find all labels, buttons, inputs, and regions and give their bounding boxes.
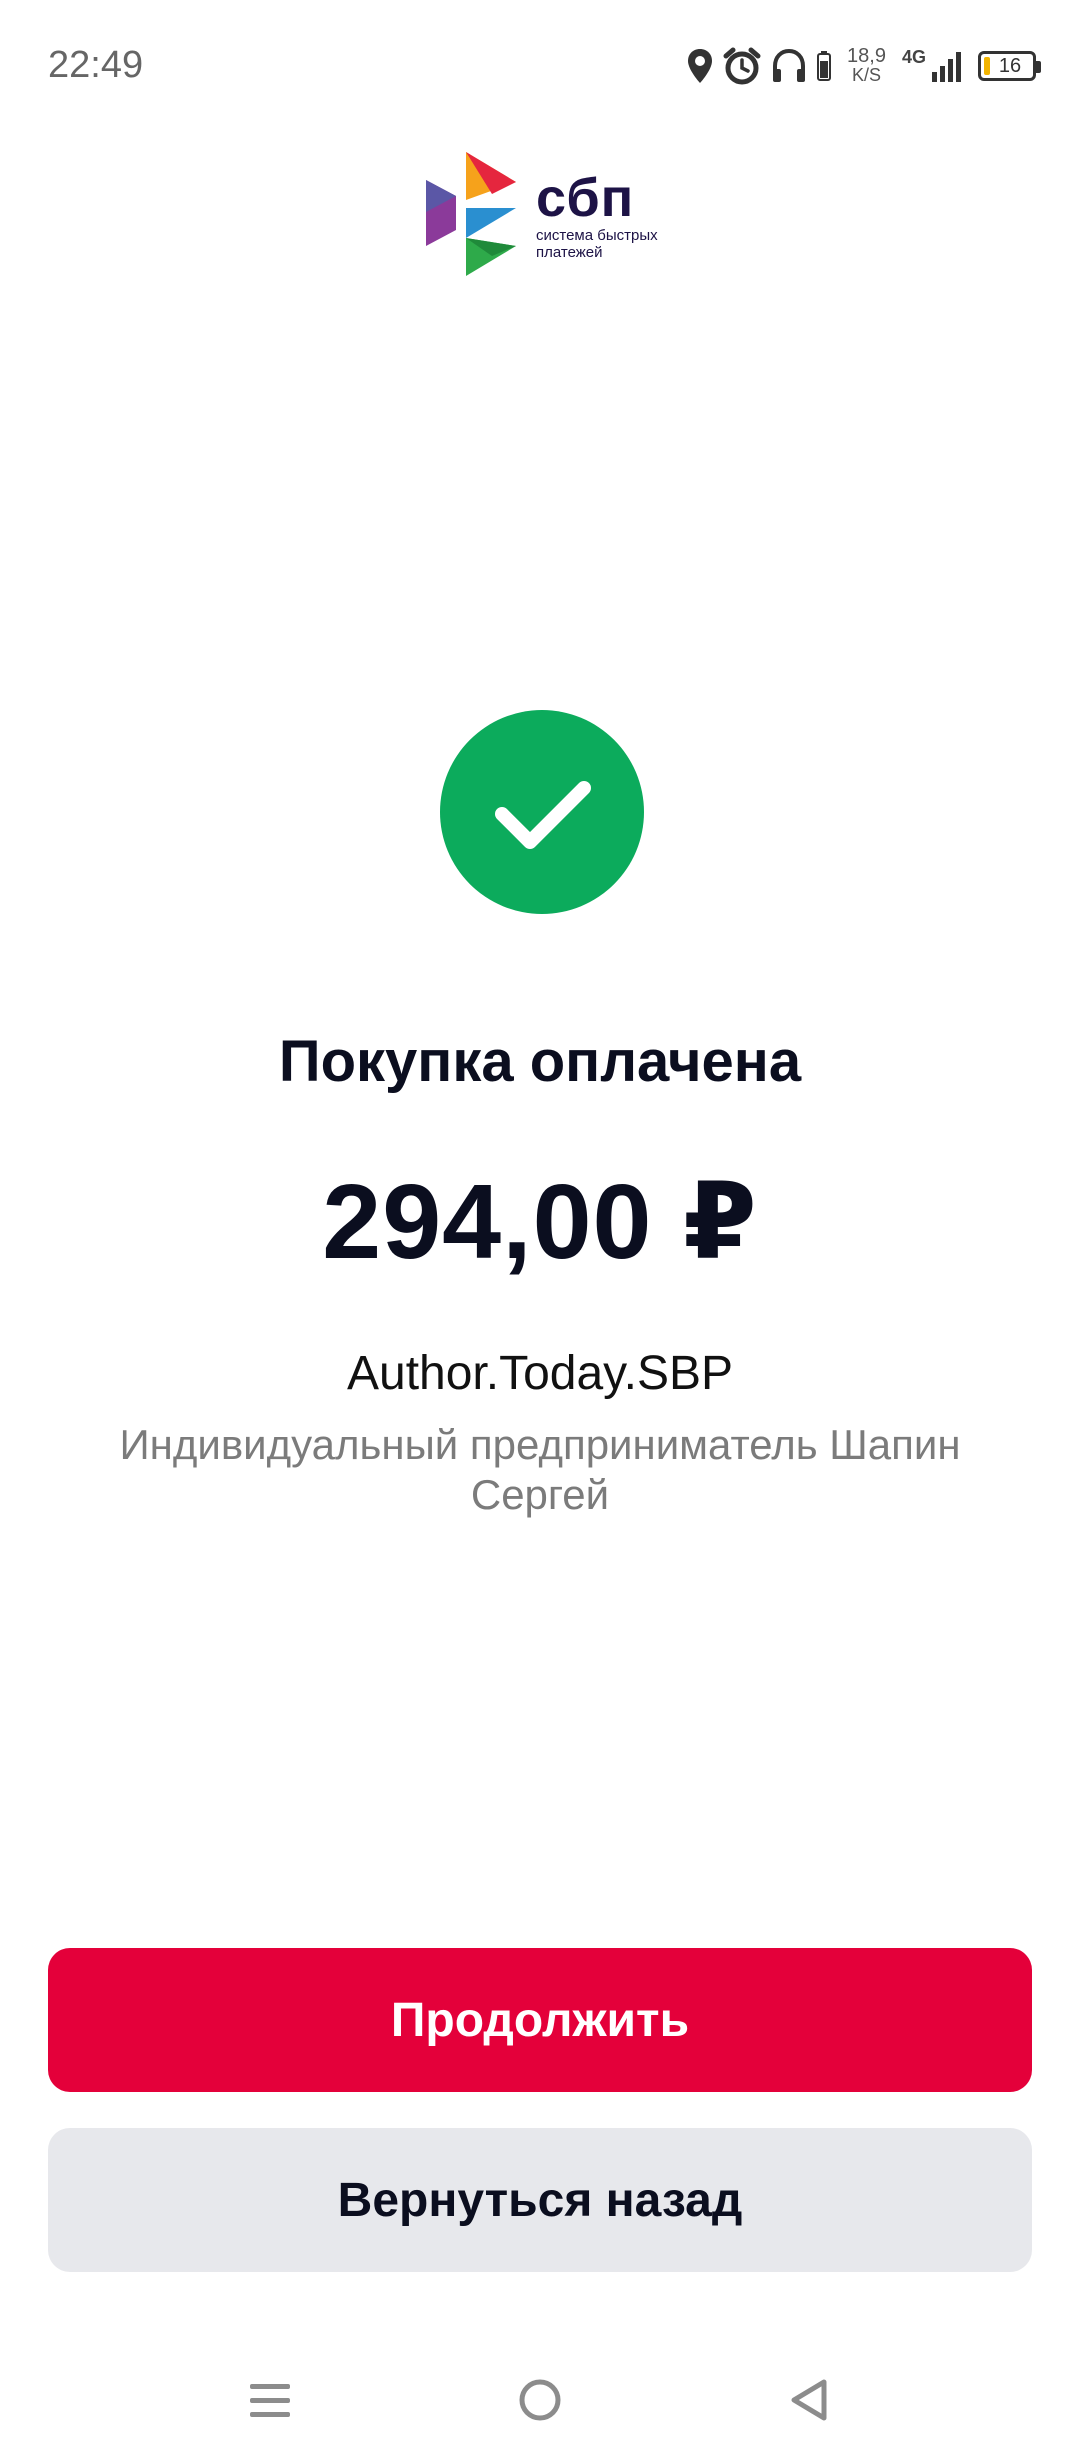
battery-level: 16 [998, 54, 1022, 77]
system-nav-bar [0, 2340, 1080, 2460]
alarm-icon [723, 47, 761, 85]
continue-button[interactable]: Продолжить [48, 1948, 1032, 2092]
headphone-battery-icon [817, 51, 832, 81]
headphones-icon [771, 48, 807, 84]
payment-amount: 294,00 ₽ [322, 1163, 758, 1281]
home-icon[interactable] [510, 2370, 570, 2430]
back-icon[interactable] [780, 2370, 840, 2430]
merchant-name: Author.Today.SBP [346, 1347, 733, 1400]
status-icons: 18,9 K/S 4G 16 [687, 42, 1041, 90]
sbp-logo-icon [418, 152, 526, 281]
status-bar: 22:49 18,9 K/S 4G 16 [0, 0, 1080, 130]
sbp-logo-tagline: система быстрых платежей [536, 226, 658, 261]
merchant-description: Индивидуальный предприниматель Шапин Сер… [119, 1421, 961, 1518]
location-icon [687, 48, 713, 84]
sbp-logo: сбп система быстрых платежей [418, 152, 686, 281]
success-indicator [440, 710, 644, 914]
sbp-logo-name: сбп [536, 167, 635, 228]
network-type: 4G [901, 46, 926, 67]
network-speed-value: 18,9 [847, 45, 886, 67]
go-back-button[interactable]: Вернуться назад [48, 2128, 1032, 2272]
network-speed-unit: K/S [852, 65, 882, 85]
network-speed: 18,9 K/S [847, 45, 886, 85]
signal-icon [932, 50, 962, 82]
menu-icon[interactable] [240, 2370, 300, 2430]
payment-success-screen: 22:49 18,9 K/S 4G 16 сбп система быстрых… [0, 0, 1080, 2460]
checkmark-icon [495, 781, 591, 849]
battery-icon: 16 [978, 51, 1041, 81]
payment-status-title: Покупка оплачена [278, 1029, 802, 1094]
status-time: 22:49 [48, 44, 144, 86]
